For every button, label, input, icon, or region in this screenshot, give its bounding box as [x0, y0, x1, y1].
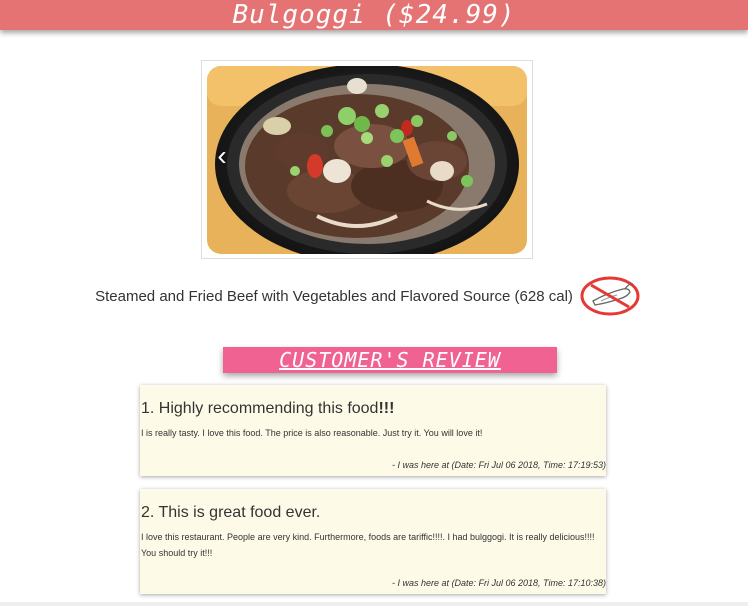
review-heading-text: CUSTOMER'S REVIEW: [279, 348, 501, 372]
title-bar: Bulgoggi ($24.99): [0, 0, 748, 30]
bottom-divider: [0, 602, 748, 606]
customer-review-heading: CUSTOMER'S REVIEW: [223, 347, 557, 373]
review-body: I love this restaurant. People are very …: [141, 532, 595, 558]
page-title: Bulgoggi ($24.99): [232, 0, 516, 30]
review-title-emphasis: !!!: [378, 400, 395, 417]
review-body: I is really tasty. I love this food. The…: [141, 428, 483, 438]
review-card: 2. This is great food ever. I love this …: [140, 489, 606, 594]
food-photo: [207, 66, 527, 254]
food-carousel[interactable]: ‹: [201, 60, 533, 259]
review-timestamp: - I was here at (Date: Fri Jul 06 2018, …: [391, 460, 606, 470]
dish-info: Steamed and Fried Beef with Vegetables a…: [0, 274, 748, 318]
review-title-text: 2. This is great food ever.: [141, 504, 321, 521]
review-card: 1. Highly recommending this food!!! I is…: [140, 385, 606, 476]
chevron-left-icon: ‹: [217, 140, 227, 171]
carousel-prev-button[interactable]: ‹: [210, 141, 234, 171]
review-title-text: 1. Highly recommending this food: [141, 400, 379, 417]
dish-description: Steamed and Fried Beef with Vegetables a…: [95, 287, 573, 305]
review-title: 1. Highly recommending this food!!!: [141, 399, 606, 419]
review-timestamp: - I was here at (Date: Fri Jul 06 2018, …: [391, 578, 606, 588]
no-spicy-icon: [580, 276, 640, 316]
review-title: 2. This is great food ever.: [141, 503, 606, 523]
